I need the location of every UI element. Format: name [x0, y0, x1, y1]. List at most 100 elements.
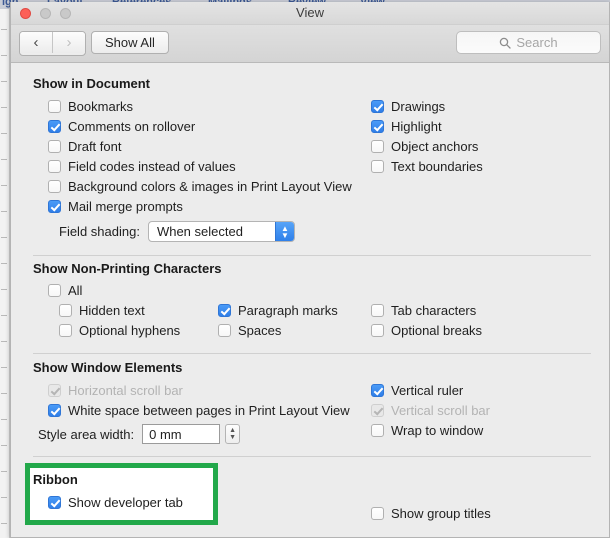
checkbox-object-anchors[interactable]: [371, 140, 384, 153]
checkbox-show-group-titles[interactable]: [371, 507, 384, 520]
search-icon: [499, 37, 512, 49]
document-ruler-tick: [1, 263, 7, 264]
style-area-width-stepper[interactable]: ▲ ▼: [225, 424, 241, 444]
section-title-show-in-document: Show in Document: [33, 76, 150, 91]
checkbox-label-vertical-ruler: Vertical ruler: [391, 383, 464, 398]
document-ruler-tick: [1, 289, 7, 290]
checkbox-label-object-anchors: Object anchors: [391, 139, 479, 154]
checkbox-label-drawings: Drawings: [391, 99, 446, 114]
document-ruler-tick: [1, 133, 7, 134]
preferences-content: Show in Document Bookmarks Comments on r…: [11, 63, 609, 537]
checkbox-row-show-developer-tab[interactable]: Show developer tab: [48, 495, 183, 510]
checkbox-hidden-text[interactable]: [59, 304, 72, 317]
checkbox-background-colors[interactable]: [48, 180, 61, 193]
checkbox-row-paragraph-marks[interactable]: Paragraph marks: [218, 303, 338, 318]
checkbox-comments-on-rollover[interactable]: [48, 120, 61, 133]
checkbox-highlight[interactable]: [371, 120, 384, 133]
field-shading-select[interactable]: When selected ▲ ▼: [147, 221, 295, 242]
checkbox-label-text-boundaries: Text boundaries: [391, 159, 483, 174]
checkbox-row-show-group-titles[interactable]: Show group titles: [371, 506, 491, 521]
chevron-updown-icon[interactable]: ▲ ▼: [274, 222, 294, 241]
checkbox-horizontal-scroll-bar: [48, 384, 61, 397]
document-ruler-tick: [1, 211, 7, 212]
checkbox-field-codes[interactable]: [48, 160, 61, 173]
checkbox-optional-hyphens[interactable]: [59, 324, 72, 337]
document-ruler-tick: [1, 367, 7, 368]
checkbox-optional-breaks[interactable]: [371, 324, 384, 337]
checkbox-spaces[interactable]: [218, 324, 231, 337]
checkbox-row-wrap-to-window[interactable]: Wrap to window: [371, 423, 483, 438]
checkbox-label-comments-on-rollover: Comments on rollover: [68, 119, 196, 134]
checkbox-row-vertical-scroll-bar: Vertical scroll bar: [371, 403, 490, 418]
style-area-width-row: Style area width: 0 mm ▲ ▼: [38, 424, 241, 444]
style-area-width-input[interactable]: 0 mm: [142, 424, 221, 444]
checkbox-row-background-colors[interactable]: Background colors & images in Print Layo…: [48, 179, 352, 194]
document-ruler-tick: [1, 497, 7, 498]
document-ruler-tick: [1, 107, 7, 108]
checkbox-tab-characters[interactable]: [371, 304, 384, 317]
checkbox-row-text-boundaries[interactable]: Text boundaries: [371, 159, 483, 174]
checkbox-label-highlight: Highlight: [391, 119, 442, 134]
document-ruler-tick: [1, 393, 7, 394]
checkbox-show-developer-tab[interactable]: [48, 496, 61, 509]
checkbox-vertical-ruler[interactable]: [371, 384, 384, 397]
checkbox-row-vertical-ruler[interactable]: Vertical ruler: [371, 383, 463, 398]
document-ruler-tick: [1, 445, 7, 446]
checkbox-wrap-to-window[interactable]: [371, 424, 384, 437]
document-ruler-tick: [1, 419, 7, 420]
checkbox-label-spaces: Spaces: [238, 323, 282, 338]
document-ruler-tick: [1, 55, 7, 56]
checkbox-label-all: All: [68, 283, 83, 298]
checkbox-vertical-scroll-bar: [371, 404, 384, 417]
checkbox-row-mail-merge-prompts[interactable]: Mail merge prompts: [48, 199, 183, 214]
checkbox-row-optional-hyphens[interactable]: Optional hyphens: [59, 323, 180, 338]
document-ruler-tick: [1, 81, 7, 82]
checkbox-label-hidden-text: Hidden text: [79, 303, 145, 318]
document-ruler-tick: [1, 159, 7, 160]
checkbox-paragraph-marks[interactable]: [218, 304, 231, 317]
checkbox-label-show-developer-tab: Show developer tab: [68, 495, 183, 510]
document-ruler-tick: [1, 29, 7, 30]
search-placeholder: Search: [516, 35, 558, 50]
checkbox-all[interactable]: [48, 284, 61, 297]
search-input[interactable]: Search: [456, 31, 601, 54]
checkbox-label-white-space: White space between pages in Print Layou…: [68, 403, 350, 418]
window-titlebar: View: [11, 2, 609, 25]
checkbox-mail-merge-prompts[interactable]: [48, 200, 61, 213]
section-separator-2: [33, 353, 591, 354]
checkbox-white-space[interactable]: [48, 404, 61, 417]
section-title-show-non-printing: Show Non-Printing Characters: [33, 261, 222, 276]
checkbox-row-optional-breaks[interactable]: Optional breaks: [371, 323, 482, 338]
checkbox-text-boundaries[interactable]: [371, 160, 384, 173]
checkbox-label-vertical-scroll-bar: Vertical scroll bar: [391, 403, 490, 418]
checkbox-row-tab-characters[interactable]: Tab characters: [371, 303, 476, 318]
document-ruler-tick: [1, 237, 7, 238]
section-separator-3: [33, 456, 591, 457]
checkbox-drawings[interactable]: [371, 100, 384, 113]
checkbox-row-draft-font[interactable]: Draft font: [48, 139, 121, 154]
checkbox-draft-font[interactable]: [48, 140, 61, 153]
checkbox-bookmarks[interactable]: [48, 100, 61, 113]
back-button[interactable]: ‹: [20, 32, 52, 53]
document-ruler-tick: [1, 523, 7, 524]
checkbox-row-spaces[interactable]: Spaces: [218, 323, 281, 338]
checkbox-row-hidden-text[interactable]: Hidden text: [59, 303, 145, 318]
checkbox-label-mail-merge-prompts: Mail merge prompts: [68, 199, 183, 214]
checkbox-label-bookmarks: Bookmarks: [68, 99, 134, 114]
checkbox-row-field-codes[interactable]: Field codes instead of values: [48, 159, 236, 174]
checkbox-row-all[interactable]: All: [48, 283, 82, 298]
view-preferences-window: View ‹ › Show All Search Show in Documen…: [10, 2, 610, 538]
checkbox-row-white-space[interactable]: White space between pages in Print Layou…: [48, 403, 350, 418]
checkbox-row-bookmarks[interactable]: Bookmarks: [48, 99, 133, 114]
checkbox-row-object-anchors[interactable]: Object anchors: [371, 139, 478, 154]
forward-button: ›: [52, 32, 85, 53]
checkbox-label-show-group-titles: Show group titles: [391, 506, 491, 521]
show-all-button[interactable]: Show All: [91, 31, 169, 54]
checkbox-row-comments-on-rollover[interactable]: Comments on rollover: [48, 119, 195, 134]
checkbox-row-drawings[interactable]: Drawings: [371, 99, 445, 114]
checkbox-label-horizontal-scroll-bar: Horizontal scroll bar: [68, 383, 183, 398]
field-shading-row: Field shading: When selected ▲ ▼: [59, 221, 295, 242]
field-shading-value: When selected: [156, 224, 243, 239]
checkbox-label-draft-font: Draft font: [68, 139, 122, 154]
checkbox-row-highlight[interactable]: Highlight: [371, 119, 442, 134]
